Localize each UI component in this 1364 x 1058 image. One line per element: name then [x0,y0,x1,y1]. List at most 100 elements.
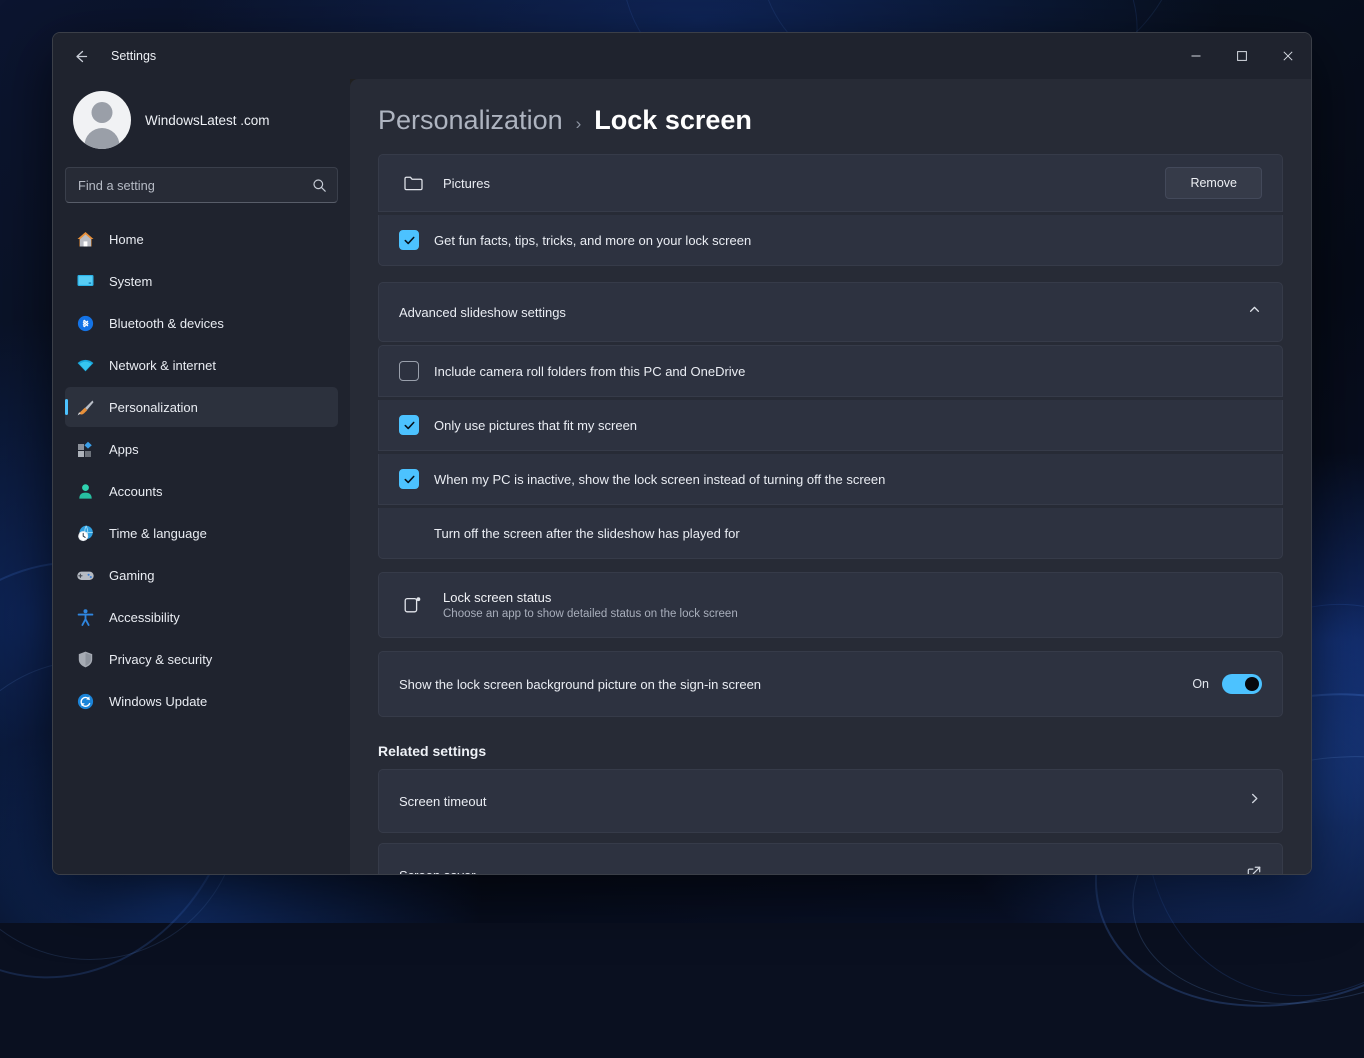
profile-name: WindowsLatest .com [145,113,270,128]
sidebar-item-time-language[interactable]: Time & language [65,513,338,553]
signin-picture-label: Show the lock screen background picture … [399,677,1192,692]
breadcrumb: Personalization › Lock screen [378,79,1283,154]
camera-roll-checkbox[interactable] [399,361,419,381]
sidebar-item-label: Bluetooth & devices [109,316,224,331]
sidebar-item-accounts[interactable]: Accounts [65,471,338,511]
sidebar-item-label: Windows Update [109,694,207,709]
home-icon [75,229,95,249]
inactive-lockscreen-checkbox[interactable] [399,469,419,489]
search-icon [312,178,327,193]
title-bar: Settings [53,33,1311,79]
pictures-card: Pictures Remove [378,154,1283,212]
lock-screen-status-title: Lock screen status [443,590,1262,605]
inactive-lockscreen-label: When my PC is inactive, show the lock sc… [434,472,1262,487]
check-icon [403,419,416,432]
sidebar-item-gaming[interactable]: Gaming [65,555,338,595]
toggle-state-label: On [1192,677,1209,691]
sidebar-item-windows-update[interactable]: Windows Update [65,681,338,721]
shield-icon [75,649,95,669]
advanced-slideshow-header[interactable]: Advanced slideshow settings [379,283,1282,341]
wifi-icon [75,355,95,375]
update-icon [75,691,95,711]
screen-timeout-card: Screen timeout [378,769,1283,833]
camera-roll-row[interactable]: Include camera roll folders from this PC… [379,346,1282,396]
sidebar-item-accessibility[interactable]: Accessibility [65,597,338,637]
paintbrush-icon [75,397,95,417]
check-icon [403,473,416,486]
signin-picture-toggle-wrap: On [1192,674,1262,694]
screen-timeout-row[interactable]: Screen timeout [379,770,1282,832]
turn-off-screen-card: Turn off the screen after the slideshow … [378,508,1283,559]
breadcrumb-personalization[interactable]: Personalization [378,105,563,136]
fun-facts-label: Get fun facts, tips, tricks, and more on… [434,233,1262,248]
lockscreen-status-icon [399,594,427,616]
chevron-up-icon[interactable] [1247,302,1262,322]
pictures-row: Pictures Remove [379,155,1282,211]
fun-facts-row[interactable]: Get fun facts, tips, tricks, and more on… [379,215,1282,265]
inactive-lockscreen-card: When my PC is inactive, show the lock sc… [378,454,1283,505]
sidebar-item-label: Privacy & security [109,652,212,667]
sidebar-item-privacy-security[interactable]: Privacy & security [65,639,338,679]
screen-saver-row[interactable]: Screen saver [379,844,1282,874]
sidebar-item-apps[interactable]: Apps [65,429,338,469]
app-title: Settings [111,49,156,63]
system-icon [75,271,95,291]
sidebar-item-system[interactable]: System [65,261,338,301]
user-profile[interactable]: WindowsLatest .com [65,79,338,167]
sidebar-item-home[interactable]: Home [65,219,338,259]
camera-roll-label: Include camera roll folders from this PC… [434,364,1262,379]
gamepad-icon [75,565,95,585]
screen-saver-label: Screen saver [399,868,1246,875]
signin-picture-toggle[interactable] [1222,674,1262,694]
sidebar-item-label: Accessibility [109,610,180,625]
maximize-icon [1236,50,1248,62]
remove-button[interactable]: Remove [1165,167,1262,199]
sidebar-item-label: Apps [109,442,139,457]
external-link-icon [1246,865,1262,875]
close-icon [1282,50,1294,62]
fun-facts-checkbox[interactable] [399,230,419,250]
search-box[interactable] [65,167,338,203]
sidebar-item-network-internet[interactable]: Network & internet [65,345,338,385]
sidebar: WindowsLatest .com Home [53,79,350,874]
fit-screen-row[interactable]: Only use pictures that fit my screen [379,400,1282,450]
advanced-slideshow-expander: Advanced slideshow settings [378,282,1283,342]
sidebar-item-label: Time & language [109,526,207,541]
page-title: Lock screen [594,105,752,136]
accounts-icon [75,481,95,501]
bluetooth-icon [75,313,95,333]
sidebar-item-label: Personalization [109,400,198,415]
minimize-button[interactable] [1173,33,1219,79]
window-controls [1173,33,1311,79]
sidebar-item-label: Gaming [109,568,155,583]
screen-saver-card: Screen saver [378,843,1283,874]
lock-screen-status-row[interactable]: Lock screen status Choose an app to show… [379,573,1282,637]
turn-off-screen-row[interactable]: Turn off the screen after the slideshow … [379,508,1282,558]
minimize-icon [1190,50,1202,62]
maximize-button[interactable] [1219,33,1265,79]
settings-window: Settings WindowsLat [52,32,1312,875]
search-input[interactable] [78,178,312,193]
sidebar-item-personalization[interactable]: Personalization [65,387,338,427]
avatar [73,91,131,149]
arrow-left-icon [72,48,89,65]
check-icon [403,234,416,247]
turn-off-screen-label: Turn off the screen after the slideshow … [434,526,1262,541]
breadcrumb-separator: › [576,114,582,134]
screen-timeout-label: Screen timeout [399,794,1247,809]
chevron-right-icon [1247,791,1262,811]
sidebar-item-label: Accounts [109,484,162,499]
fit-screen-checkbox[interactable] [399,415,419,435]
related-settings-title: Related settings [378,743,1283,759]
back-button[interactable] [63,41,97,71]
accessibility-icon [75,607,95,627]
pictures-label: Pictures [443,176,1165,191]
clock-globe-icon [75,523,95,543]
close-button[interactable] [1265,33,1311,79]
apps-icon [75,439,95,459]
content-pane: Personalization › Lock screen Pictures R… [350,79,1311,874]
inactive-lockscreen-row[interactable]: When my PC is inactive, show the lock sc… [379,454,1282,504]
sidebar-item-label: System [109,274,152,289]
toggle-knob [1245,677,1259,691]
sidebar-item-bluetooth-devices[interactable]: Bluetooth & devices [65,303,338,343]
